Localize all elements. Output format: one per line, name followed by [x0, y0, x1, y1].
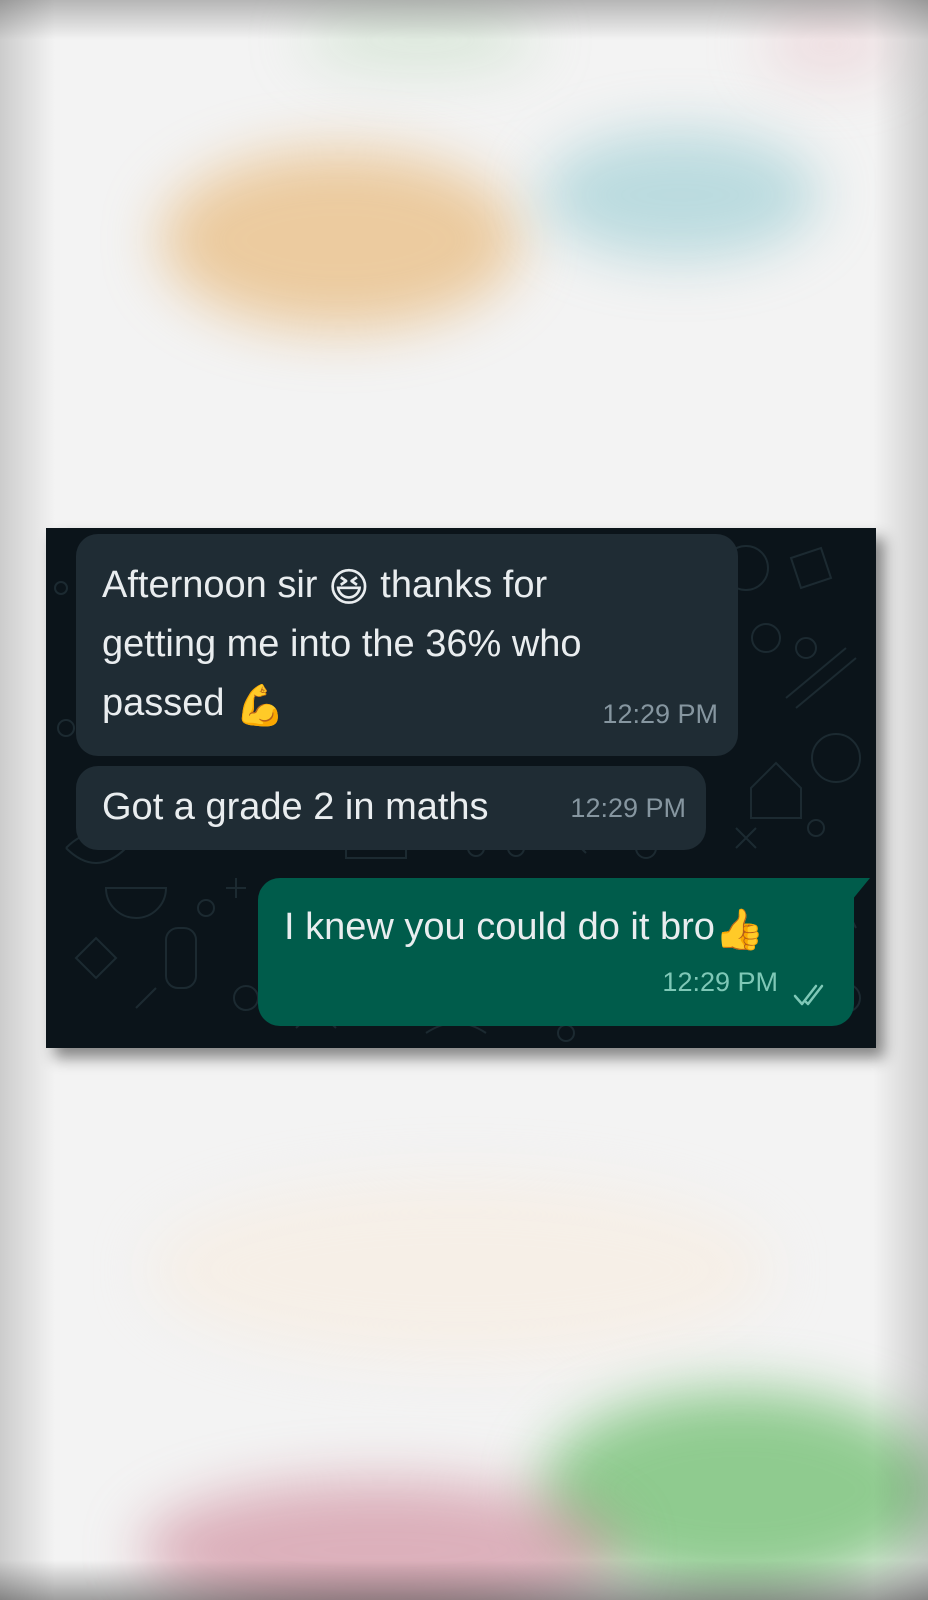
incoming-message-bubble[interactable]: Got a grade 2 in maths 12:29 PM [76, 766, 706, 850]
message-text: I knew you could do it bro👍 [284, 906, 765, 953]
double-check-icon [793, 984, 824, 1006]
message-timestamp: 12:29 PM [570, 793, 686, 823]
grinning-squinting-face-emoji: 😆 [328, 565, 370, 611]
background-blur-shape [150, 1180, 770, 1360]
thumbs-up-emoji: 👍 [714, 907, 765, 953]
chat-screenshot: Afternoon sir 😆 thanks for getting me in… [46, 528, 876, 1048]
flexed-biceps-emoji: 💪 [235, 683, 285, 729]
outgoing-message-bubble[interactable]: I knew you could do it bro👍 12:29 PM [258, 878, 854, 1026]
message-timestamp: 12:29 PM [662, 967, 778, 997]
background-blur-shape [160, 150, 520, 330]
message-text: Got a grade 2 in maths [102, 786, 489, 828]
message-timestamp: 12:29 PM [602, 699, 718, 729]
background-blur-shape [760, 10, 900, 80]
background-blur-shape [300, 10, 540, 70]
incoming-message-bubble[interactable]: Afternoon sir 😆 thanks for getting me in… [76, 534, 738, 756]
outgoing-bubble-tail [852, 878, 870, 900]
background-blur-shape [540, 130, 820, 260]
